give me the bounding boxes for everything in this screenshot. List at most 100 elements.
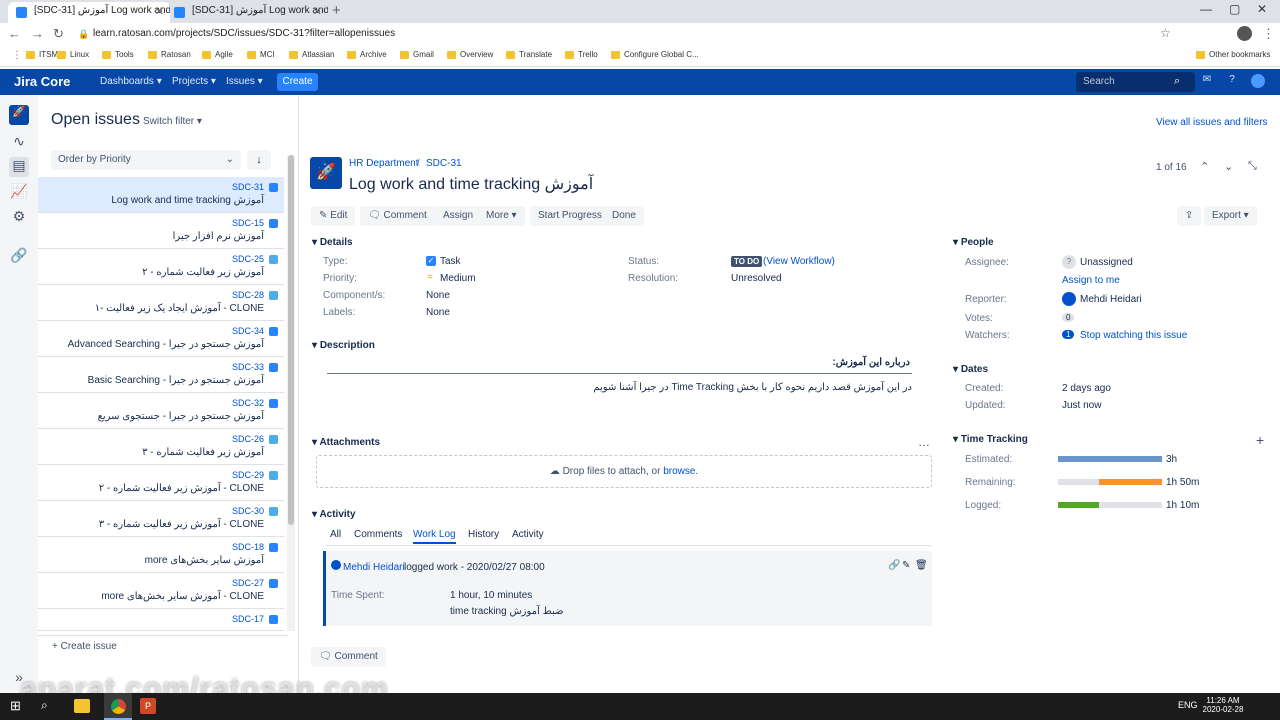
forward-icon[interactable]: → <box>31 26 44 41</box>
create-button[interactable]: Create <box>277 73 318 91</box>
votes-badge[interactable]: 0 <box>1062 313 1075 322</box>
browser-tab[interactable]: [SDC-31] آموزش Log work and ti✕ <box>166 2 328 23</box>
tab-comments[interactable]: Comments <box>354 529 402 540</box>
avatar[interactable] <box>1237 26 1252 41</box>
file-explorer-icon[interactable] <box>74 699 90 713</box>
bookmark-mci[interactable]: MCI <box>247 50 275 59</box>
bookmark-translate[interactable]: Translate <box>506 50 552 59</box>
delete-icon[interactable]: 🗑 <box>915 560 928 571</box>
description-heading[interactable]: ▾ Description <box>312 340 375 351</box>
create-issue-button[interactable]: + Create issue <box>52 641 117 652</box>
new-tab-plus-icon[interactable]: + <box>332 2 341 19</box>
watchers-badge[interactable]: 1 <box>1062 330 1075 339</box>
window-close-icon[interactable]: ✕ <box>1257 2 1267 16</box>
bookmark-atlassian[interactable]: Atlassian <box>289 50 334 59</box>
attachments-heading[interactable]: ▾ Attachments <box>312 437 380 448</box>
order-by-select[interactable]: Order by Priority ⌄ <box>51 150 241 170</box>
assign-to-me-link[interactable]: Assign to me <box>1062 275 1120 286</box>
list-item[interactable]: SDC-17 <box>38 609 284 631</box>
link-icon[interactable]: 🔗 <box>9 247 29 267</box>
jira-core-logo[interactable]: Jira Core <box>14 74 70 89</box>
close-icon[interactable]: ✕ <box>313 5 322 18</box>
view-all-issues-link[interactable]: View all issues and filters <box>1156 117 1268 128</box>
view-workflow-link[interactable]: (View Workflow) <box>763 256 835 267</box>
issue-title[interactable]: آموزش Log work and time tracking <box>349 174 593 194</box>
done-button[interactable]: Done <box>604 206 644 226</box>
pane-splitter[interactable] <box>298 95 299 693</box>
collapse-icon[interactable]: ⤡ <box>1248 160 1257 173</box>
bookmark-itsm[interactable]: ITSM <box>26 50 58 59</box>
language-indicator[interactable]: ENG <box>1178 700 1198 710</box>
share-icon[interactable]: ⇪ <box>1177 206 1202 226</box>
reports-icon[interactable]: 📈 <box>9 183 29 203</box>
browse-link[interactable]: browse. <box>663 466 698 477</box>
bookmark-other[interactable]: Other bookmarks <box>1196 50 1270 59</box>
worklog-user-link[interactable]: Mehdi Heidari <box>343 562 405 573</box>
list-item[interactable]: SDC-27 CLONE - آموزش سایر بخش‌های more <box>38 573 284 609</box>
bookmark-agile[interactable]: Agile <box>202 50 233 59</box>
attachment-dropzone[interactable]: ☁ Drop files to attach, or browse. <box>316 455 932 488</box>
bookmark-archive[interactable]: Archive <box>347 50 387 59</box>
list-item[interactable]: SDC-26 آموزش زیر فعالیت شماره - ۳ <box>38 429 284 465</box>
tab-all[interactable]: All <box>330 529 341 540</box>
activity-heading[interactable]: ▾ Activity <box>312 509 356 520</box>
help-icon[interactable]: ? <box>1225 74 1239 88</box>
start-progress-button[interactable]: Start Progress <box>530 206 610 226</box>
list-item[interactable]: SDC-33 آموزش جستجو در جیرا - Basic Search… <box>38 357 284 393</box>
next-issue-icon[interactable]: ⌄ <box>1224 160 1233 173</box>
more-button[interactable]: More ▾ <box>478 206 525 226</box>
more-options-icon[interactable]: … <box>918 435 930 449</box>
time-tracking-heading[interactable]: ▾ Time Tracking <box>953 434 1028 445</box>
minimize-icon[interactable]: — <box>1200 2 1212 16</box>
permalink-icon[interactable]: 🔗 <box>888 560 900 571</box>
add-worklog-plus-icon[interactable]: + <box>1256 432 1264 448</box>
stop-watching-link[interactable]: Stop watching this issue <box>1080 330 1187 341</box>
issues-menu[interactable]: Issues ▾ <box>226 76 263 87</box>
assign-button[interactable]: Assign <box>435 206 482 226</box>
comment-button[interactable]: 🗨 Comment <box>360 206 435 226</box>
list-scrollbar[interactable] <box>287 155 295 631</box>
profile-avatar-icon[interactable] <box>1251 74 1265 88</box>
close-icon[interactable]: ✕ <box>155 5 164 18</box>
notifications-icon[interactable]: ✉ <box>1200 74 1214 88</box>
bookmark-configure[interactable]: Configure Global C... <box>611 50 699 59</box>
dashboards-menu[interactable]: Dashboards ▾ <box>100 76 162 87</box>
tab-work-log[interactable]: Work Log <box>413 529 456 544</box>
bottom-comment-button[interactable]: 🗨 Comment <box>311 647 386 667</box>
list-item[interactable]: SDC-28 CLONE - آموزش ایجاد یک زیر فعالیت … <box>38 285 284 321</box>
sort-direction-button[interactable]: ↓ <box>247 150 271 170</box>
edit-button[interactable]: ✎ Edit <box>311 206 356 226</box>
scroll-thumb[interactable] <box>288 155 294 525</box>
menu-icon[interactable]: ⋮ <box>1262 26 1275 42</box>
powerpoint-icon[interactable]: P <box>140 698 156 714</box>
tab-activity[interactable]: Activity <box>512 529 544 540</box>
bookmark-gmail[interactable]: Gmail <box>400 50 434 59</box>
list-item[interactable]: SDC-34 آموزش جستجو در جیرا - Advanced Sea… <box>38 321 284 357</box>
reload-icon[interactable]: ↻ <box>53 26 64 42</box>
project-avatar-icon[interactable]: 🚀 <box>9 105 29 125</box>
list-item[interactable]: SDC-25 آموزش زیر فعالیت شماره - ۲ <box>38 249 284 285</box>
people-heading[interactable]: ▾ People <box>953 237 994 248</box>
list-item[interactable]: SDC-29 CLONE - آموزش زیر فعالیت شماره - ۲ <box>38 465 284 501</box>
list-item[interactable]: SDC-32 آموزش جستجو در جیرا - جستجوی سریع <box>38 393 284 429</box>
export-button[interactable]: Export ▾ <box>1204 206 1257 226</box>
bookmark-tools[interactable]: Tools <box>102 50 134 59</box>
edit-icon[interactable]: ✎ <box>902 560 910 571</box>
taskbar-search-icon[interactable]: ⌕ <box>41 698 48 713</box>
bookmark-ratosan[interactable]: Ratosan <box>148 50 191 59</box>
list-item[interactable]: SDC-31 آموزش Log work and time tracking <box>38 177 284 213</box>
dates-heading[interactable]: ▾ Dates <box>953 364 988 375</box>
bookmark-overview[interactable]: Overview <box>447 50 493 59</box>
url-field[interactable]: learn.ratosan.com/projects/SDC/issues/SD… <box>93 28 395 39</box>
star-icon[interactable]: ☆ <box>1160 26 1171 40</box>
list-item[interactable]: SDC-15 آموزش نرم افزار جیرا <box>38 213 284 249</box>
projects-menu[interactable]: Projects ▾ <box>172 76 216 87</box>
bookmark-trello[interactable]: Trello <box>565 50 598 59</box>
switch-filter-button[interactable]: Switch filter ▾ <box>143 116 202 127</box>
browser-tab-active[interactable]: [SDC-31] آموزش Log work and ti✕ <box>8 2 170 23</box>
breadcrumb-issue-key[interactable]: SDC-31 <box>426 158 462 169</box>
tab-history[interactable]: History <box>468 529 499 540</box>
activity-icon[interactable]: ∿ <box>9 133 29 153</box>
bookmark-linux[interactable]: Linux <box>57 50 89 59</box>
windows-start-icon[interactable]: ⊞ <box>10 698 21 714</box>
